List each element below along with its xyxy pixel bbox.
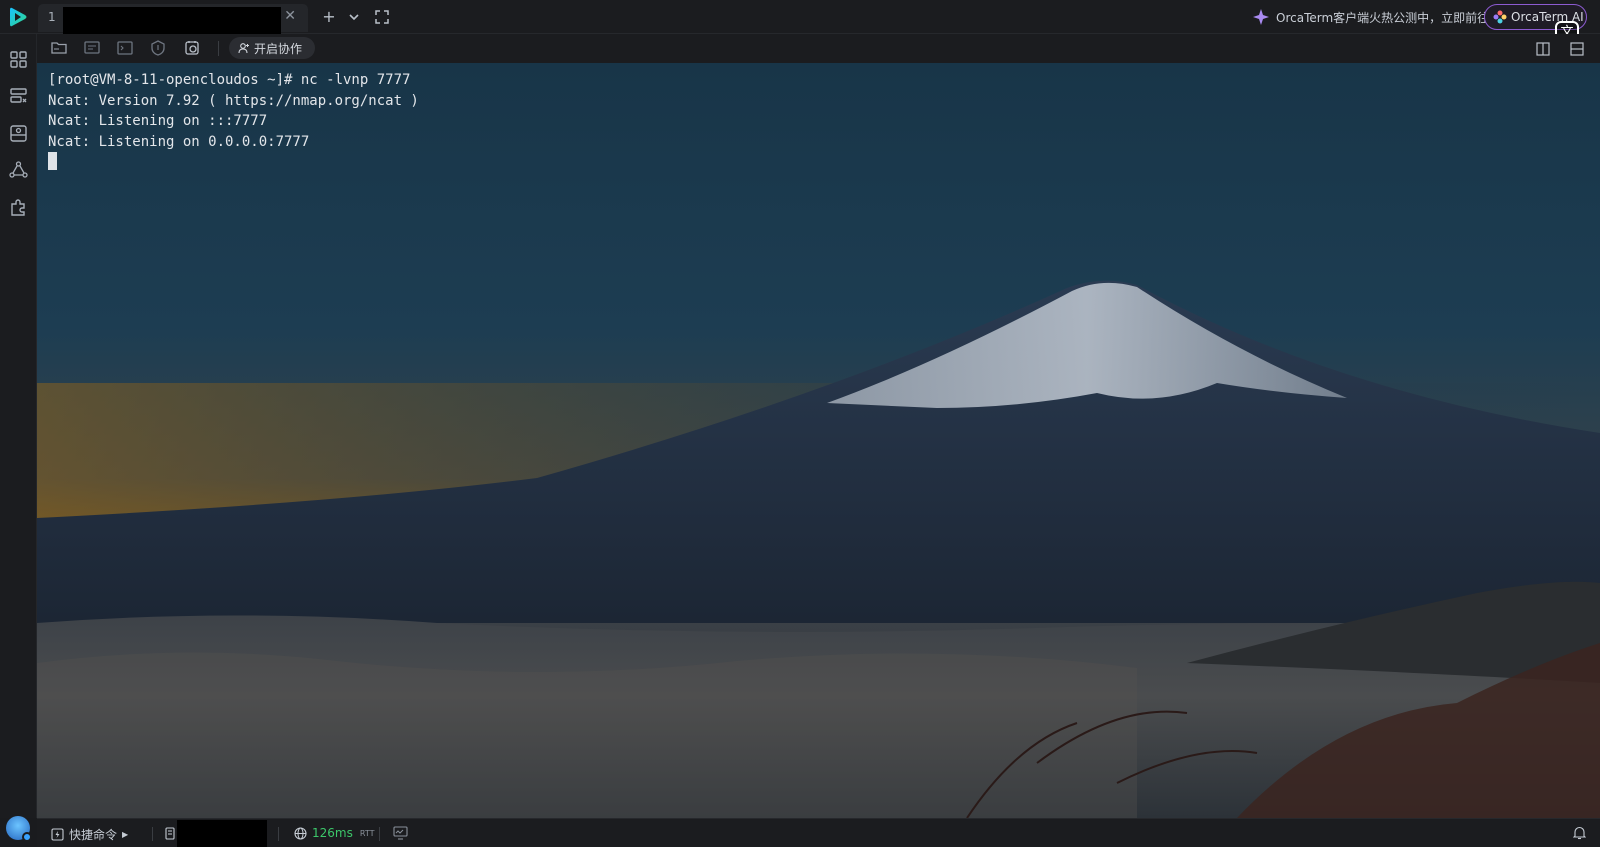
online-status-dot — [22, 832, 32, 842]
redacted-server-info — [177, 820, 267, 847]
terminal-line: [root@VM-8-11-opencloudos ~]# nc -lvnp 7… — [48, 72, 411, 88]
caret-right-icon: ▶ — [122, 830, 129, 839]
close-tab-icon[interactable]: ✕ — [284, 8, 296, 24]
fullscreen-icon[interactable] — [372, 7, 392, 27]
terminal-toolbar: 开启协作 — [37, 34, 1600, 63]
latency-unit: RTT — [359, 828, 375, 838]
tab-index: 1 — [48, 10, 56, 24]
quick-commands-button[interactable]: 快捷命令 ▶ — [51, 826, 128, 843]
transfer-icon[interactable] — [83, 39, 101, 57]
plugin-icon[interactable] — [8, 197, 29, 218]
left-sidebar — [0, 34, 37, 842]
monitor-icon[interactable] — [393, 826, 408, 840]
terminal-cursor — [48, 152, 57, 171]
toolbar-divider — [218, 41, 219, 56]
terminal-line: Ncat: Listening on :::7777 — [48, 113, 268, 130]
new-tab-icon[interactable]: + — [319, 7, 339, 27]
promo-text: OrcaTerm客户端火热公测中，立即前往 — [1276, 10, 1490, 25]
top-bar: 1 ✕ + OrcaTerm客户端火热公测中，立即前往 OrcaTerm AI … — [0, 0, 1600, 45]
split-horizontal-icon[interactable] — [1570, 42, 1584, 56]
start-collaboration-button[interactable]: 开启协作 — [229, 37, 315, 59]
terminal-window-icon[interactable] — [116, 39, 134, 57]
ai-flower-icon — [1493, 10, 1507, 24]
storage-icon[interactable] — [8, 123, 29, 144]
redacted-tab-title — [63, 7, 281, 37]
security-shield-icon[interactable] — [149, 39, 167, 57]
lightning-icon — [51, 828, 64, 841]
status-bar: 快捷命令 ▶ 126ms RTT — [37, 818, 1600, 847]
terminal-line: Ncat: Listening on 0.0.0.0:7777 — [48, 133, 310, 150]
terminal-line: Ncat: Version 7.92 ( https://nmap.org/nc… — [48, 92, 419, 109]
promo-banner[interactable]: OrcaTerm客户端火热公测中，立即前往 — [1252, 8, 1489, 26]
quick-commands-label: 快捷命令 — [69, 828, 118, 842]
status-divider — [379, 827, 380, 841]
sparkle-icon — [1253, 9, 1269, 25]
layout-switcher — [1536, 42, 1584, 56]
session-tab[interactable]: 1 ✕ — [38, 4, 308, 37]
globe-icon — [294, 826, 307, 840]
status-divider — [278, 827, 279, 841]
app-logo-icon[interactable] — [8, 6, 30, 28]
status-divider — [152, 827, 153, 841]
sftp-folder-icon[interactable] — [50, 39, 68, 57]
bell-icon[interactable] — [1573, 826, 1586, 840]
terminal-pane[interactable]: [root@VM-8-11-opencloudos ~]# nc -lvnp 7… — [37, 63, 1600, 818]
server-list-icon[interactable] — [8, 86, 29, 107]
terminal-background-image — [37, 63, 1600, 818]
collab-label: 开启协作 — [254, 41, 303, 56]
network-icon[interactable] — [8, 160, 29, 181]
split-vertical-icon[interactable] — [1536, 42, 1550, 56]
chevron-down-icon[interactable] — [344, 7, 364, 27]
record-icon[interactable] — [183, 39, 201, 57]
dashboard-icon[interactable] — [8, 49, 29, 70]
user-add-icon — [238, 43, 249, 54]
server-icon — [165, 827, 175, 840]
latency-value: 126ms — [312, 826, 353, 840]
user-avatar[interactable] — [6, 816, 32, 842]
terminal-output: [root@VM-8-11-opencloudos ~]# nc -lvnp 7… — [48, 70, 419, 174]
latency-indicator[interactable]: 126ms RTT — [294, 826, 374, 840]
